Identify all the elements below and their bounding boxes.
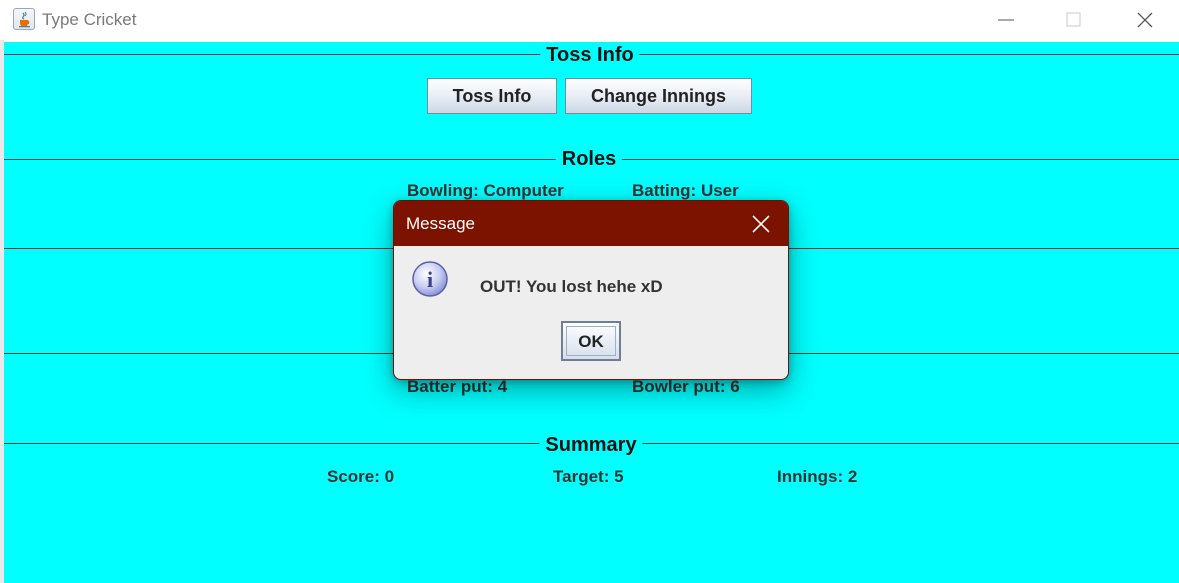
info-icon: i [411,260,449,298]
score-label: Score: [327,467,380,486]
score-display: Score: 0 [327,467,394,487]
change-innings-button[interactable]: Change Innings [565,78,752,114]
target-value: 5 [614,467,624,486]
java-cup-icon [13,8,35,30]
close-icon [1137,12,1153,28]
batting-label: Batting: [632,181,697,200]
svg-text:i: i [427,267,433,292]
innings-label: Innings: [777,467,844,486]
batting-value: User [700,181,739,200]
batting-role: Batting: User [632,181,739,201]
dialog-close-button[interactable] [751,214,771,234]
close-window-button[interactable] [1122,4,1168,36]
batter-put: Batter put: 4 [407,377,507,397]
innings-value: 2 [847,467,858,486]
score-value: 0 [384,467,395,486]
target-label: Target: [553,467,610,486]
toss-section-title: Toss Info [540,43,640,67]
bowling-value: Computer [483,181,564,200]
ok-button[interactable]: OK [561,321,621,361]
roles-section-title: Roles [555,147,623,171]
dialog-message: OUT! You lost hehe xD [480,277,663,296]
ok-button-label: OK [566,326,616,356]
minimize-icon [998,19,1014,21]
bowling-label: Bowling: [407,181,479,200]
bowler-put: Bowler put: 6 [632,377,740,397]
dialog-titlebar: Message [394,201,788,246]
minimize-button[interactable] [983,4,1029,36]
window-titlebar: Type Cricket [0,0,1179,40]
window-title: Type Cricket [42,10,137,29]
bowling-role: Bowling: Computer [407,181,564,201]
message-dialog: Message i OUT! You lost hehe xD OK [393,200,789,380]
innings-display: Innings: 2 [777,467,857,487]
toss-info-button[interactable]: Toss Info [427,78,557,114]
close-icon [752,215,770,233]
summary-section-title: Summary [539,433,643,457]
dialog-title: Message [406,214,475,233]
target-display: Target: 5 [553,467,624,487]
maximize-icon [1066,12,1081,27]
maximize-button[interactable] [1051,4,1097,36]
